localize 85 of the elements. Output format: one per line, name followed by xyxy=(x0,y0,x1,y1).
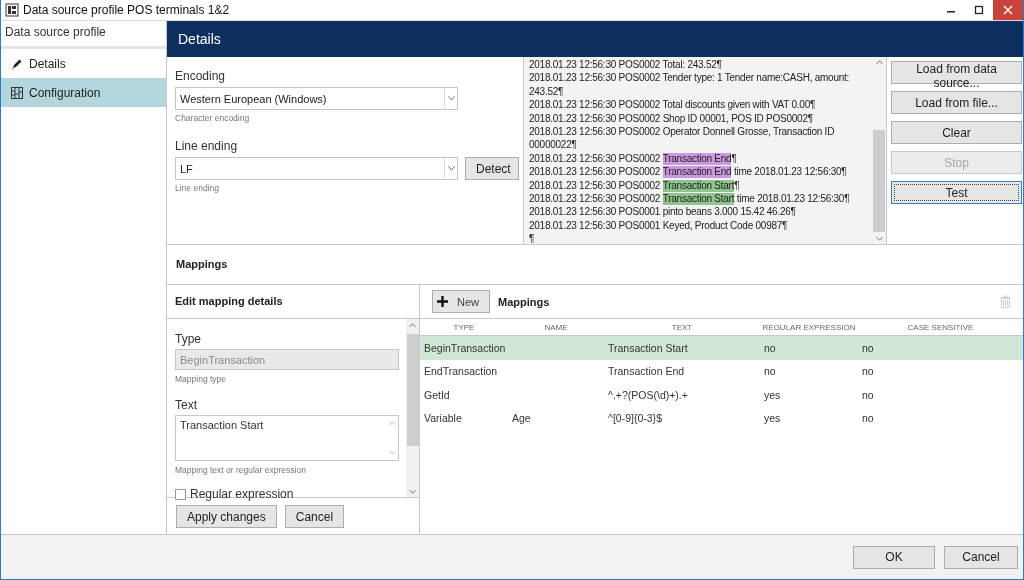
table-row[interactable]: EndTransaction Transaction End no no xyxy=(420,359,1023,383)
list-title: Mappings xyxy=(498,295,551,308)
table-cell: EndTransaction xyxy=(424,364,498,379)
sidebar-item[interactable]: Configuration xyxy=(1,78,166,107)
table-cell: no xyxy=(862,364,874,379)
checkbox-label: Regular expression xyxy=(190,487,294,501)
field-label: Encoding xyxy=(175,69,227,83)
table-cell: Variable xyxy=(424,411,462,426)
table-cell: GetId xyxy=(424,387,450,402)
scroll-down-icon[interactable] xyxy=(409,488,416,494)
close-icon[interactable] xyxy=(1003,5,1013,15)
apply-button[interactable]: Apply changes xyxy=(176,505,277,528)
table-cell: Transaction End xyxy=(608,364,685,379)
table-cell: Age xyxy=(512,411,531,426)
table-cell: no xyxy=(764,340,776,355)
window-title: Data source profile POS terminals 1&2 xyxy=(23,3,231,17)
panel-header: Details xyxy=(167,21,1023,57)
log-line: 2018.01.23 12:56:30 POS0002 Transaction End time 2018.01.23 12:56:30¶ xyxy=(529,165,847,179)
table-row[interactable]: GetId ^.+?(POS(\d)+).+ yes no xyxy=(420,383,1023,407)
pencil-icon xyxy=(11,57,23,70)
sidebar-item[interactable]: Details xyxy=(1,49,166,78)
table-cell: no xyxy=(764,364,776,379)
new-button[interactable]: New xyxy=(432,290,490,313)
panel-title: Edit mapping details xyxy=(167,285,419,319)
column-header[interactable]: REGULAR EXPRESSION xyxy=(760,322,858,332)
field-hint: Character encoding xyxy=(175,113,251,123)
field-hint: Line ending xyxy=(175,183,220,193)
scroll-up-icon xyxy=(388,421,396,426)
scroll-up-icon[interactable] xyxy=(875,60,883,66)
ok-button[interactable]: OK xyxy=(853,545,935,569)
dropdown-field[interactable]: Western European (Windows) xyxy=(175,87,458,110)
cancel-button[interactable]: Cancel xyxy=(284,505,345,528)
trash-icon[interactable] xyxy=(1000,295,1011,308)
field-label: Text xyxy=(175,398,198,412)
column-header[interactable]: NAME xyxy=(508,322,604,332)
section-title: Mappings xyxy=(167,245,1023,285)
checkbox[interactable] xyxy=(175,488,186,500)
log-line: 2018.01.23 12:56:30 POS0002 Transaction End¶ xyxy=(529,151,737,166)
scroll-down-icon[interactable] xyxy=(875,235,883,241)
app-icon xyxy=(5,3,19,17)
log-line: 2018.01.23 12:56:30 POS0002 Total discounts given with VAT 0.00¶ xyxy=(529,98,816,112)
chevron-down-icon xyxy=(447,166,455,171)
log-line: 00000022¶ xyxy=(529,138,577,152)
action-button[interactable]: Load from file... xyxy=(891,91,1022,114)
table-row[interactable]: Variable Age ^[0-9]{0-3}$ yes no xyxy=(420,406,1023,430)
log-line: 2018.01.23 12:56:30 POS0002 Operator Donnell Grosse, Transaction ID xyxy=(529,125,835,139)
field-label: Type xyxy=(175,332,202,346)
scroll-up-icon[interactable] xyxy=(409,322,416,328)
table-row[interactable]: BeginTransaction Transaction Start no no xyxy=(420,336,1023,360)
close-button[interactable] xyxy=(993,0,1023,20)
scroll-down-icon xyxy=(388,450,396,455)
table-cell: BeginTransaction xyxy=(424,340,506,355)
field-label: Line ending xyxy=(175,139,239,153)
action-button[interactable]: Test xyxy=(891,181,1022,204)
table-cell: yes xyxy=(764,411,781,426)
chevron-down-icon xyxy=(447,96,455,101)
field-hint: Mapping type xyxy=(175,374,228,384)
action-button[interactable]: Clear xyxy=(891,121,1022,144)
column-header[interactable]: CASE SENSITIVE xyxy=(858,322,1023,332)
column-header[interactable]: TEXT xyxy=(604,322,760,332)
field-hint: Mapping text or regular expression xyxy=(175,465,307,475)
table-cell: ^.+?(POS(\d)+).+ xyxy=(608,387,688,402)
table-cell: no xyxy=(862,340,874,355)
plus-icon xyxy=(437,296,448,307)
log-line: 2018.01.23 12:56:30 POS0002 Total: 243.52¶ xyxy=(529,58,722,72)
maximize-icon[interactable] xyxy=(974,5,984,15)
cancel-button[interactable]: Cancel xyxy=(944,545,1018,569)
grid-icon xyxy=(11,86,23,99)
log-line: 2018.01.23 12:56:30 POS0002 Shop ID 00001, POS ID POS0002¶ xyxy=(529,111,813,126)
table-cell: yes xyxy=(764,387,781,402)
table-cell: no xyxy=(862,387,874,402)
text-area[interactable]: Transaction Start xyxy=(175,415,399,461)
column-header[interactable]: TYPE xyxy=(420,322,508,332)
log-line: 243.52¶ xyxy=(529,84,564,99)
scrollbar[interactable] xyxy=(872,57,886,244)
log-line: 2018.01.23 12:56:30 POS0002 Tender type: 1 Tender name:CASH, amount: xyxy=(529,71,850,85)
dropdown-field[interactable]: LF xyxy=(175,157,458,180)
log-line: 2018.01.23 12:56:30 POS0001 Keyed, Product Code 00987¶ xyxy=(529,218,788,233)
log-line: 2018.01.23 12:56:30 POS0001 pinto beans 3.000 15.42 46.26¶ xyxy=(529,205,796,219)
table-cell: Transaction Start xyxy=(608,340,688,355)
table-cell: ^[0-9]{0-3}$ xyxy=(608,411,662,426)
scrollbar[interactable] xyxy=(406,319,419,497)
log-line: ¶ xyxy=(529,232,535,244)
detect-button[interactable]: Detect xyxy=(465,157,519,180)
table-cell: no xyxy=(862,411,874,426)
